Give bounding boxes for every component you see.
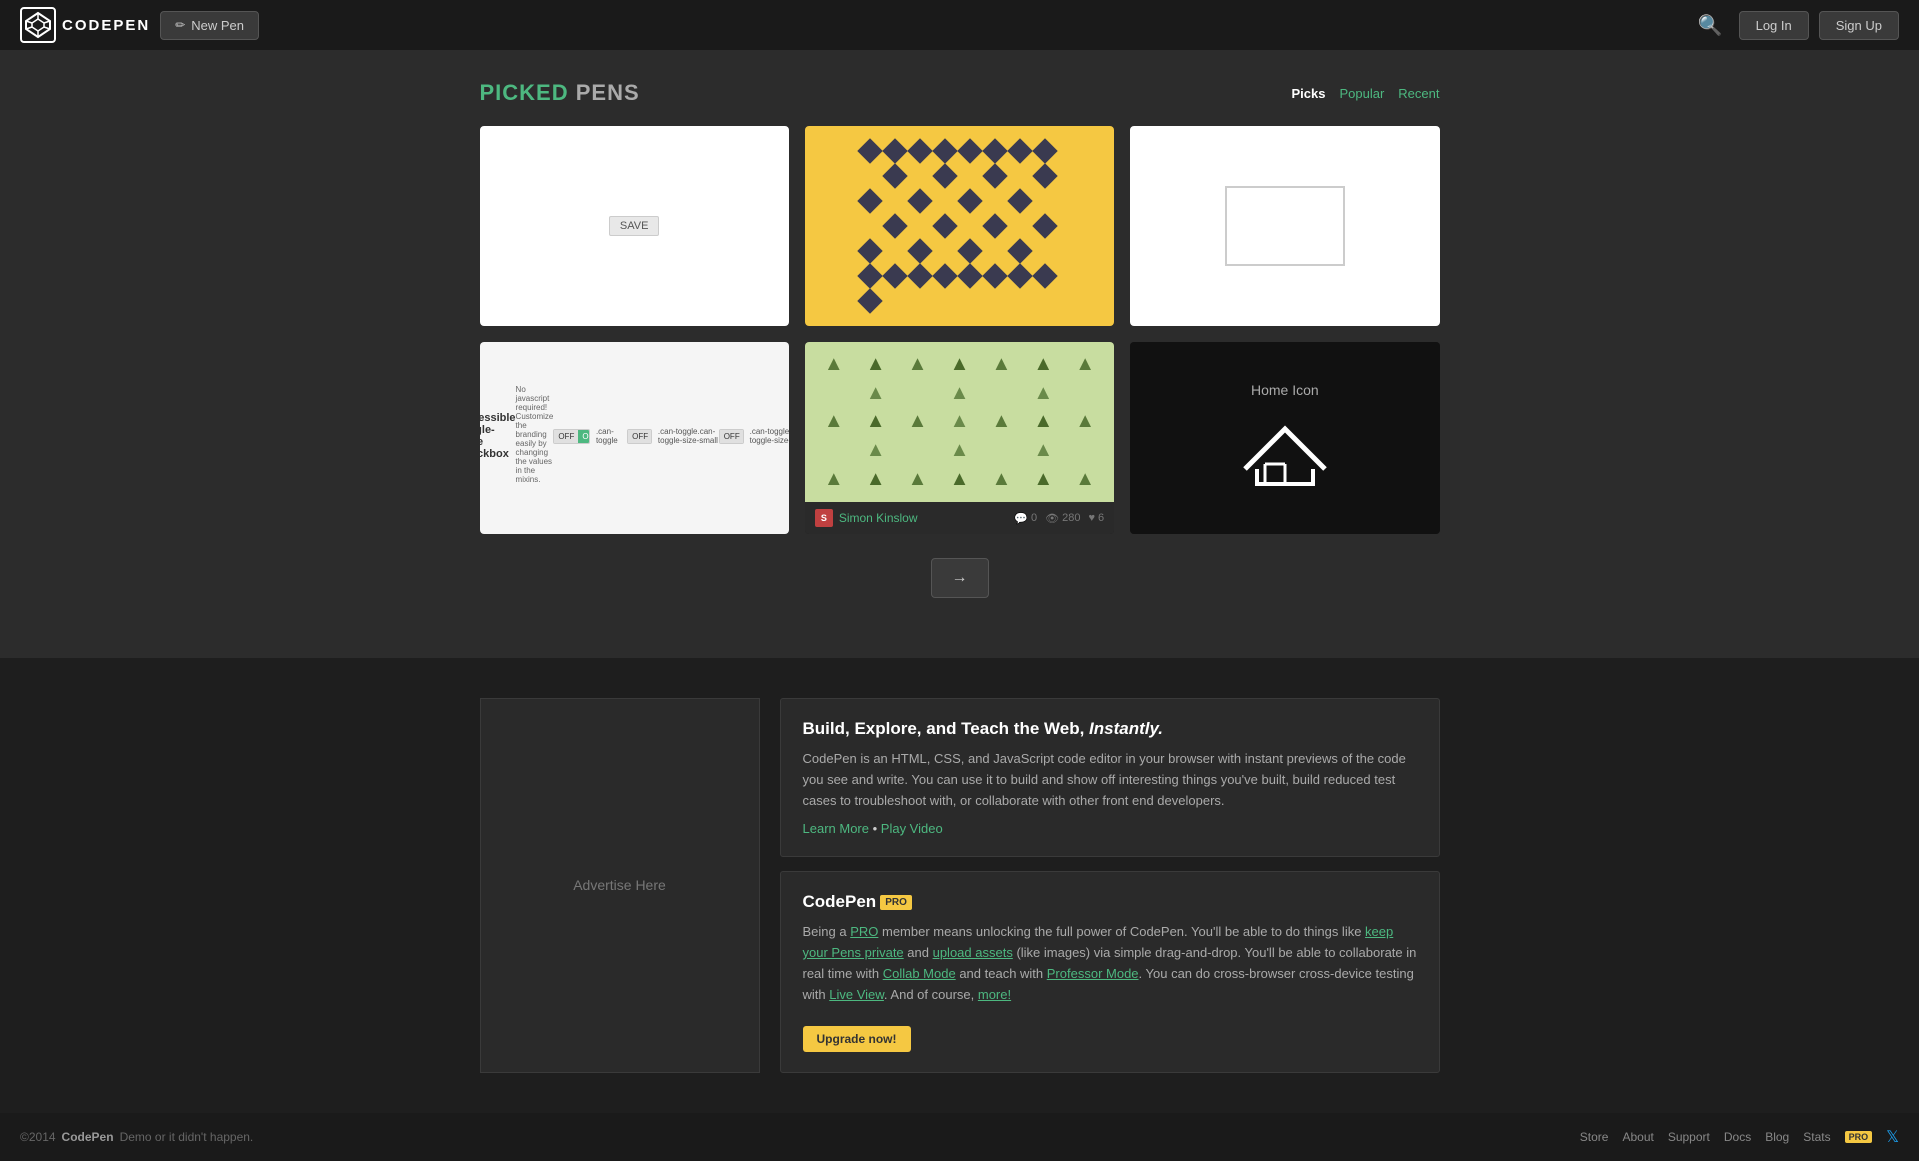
info-card-pro: CodePenPRO Being a PRO member means unlo…: [780, 871, 1440, 1072]
pagination: →: [480, 558, 1440, 598]
pen-preview-5: ▲ ▲ ▲ ▲ ▲ ▲ ▲ ▲ ▲ ▲ ▲ ▲ ▲: [805, 342, 1114, 502]
main-content: PICKED PENS Picks Popular Recent SAVE A …: [480, 50, 1440, 658]
picked-pens-tabs: Picks Popular Recent: [1292, 86, 1440, 101]
footer-right: Store About Support Docs Blog Stats PRO …: [1580, 1127, 1899, 1147]
pens-grid: SAVE A Andreas Storm 💬0 👁450 ♥9: [480, 126, 1440, 534]
more-link[interactable]: more!: [978, 987, 1011, 1002]
footer-link-blog[interactable]: Blog: [1765, 1130, 1789, 1144]
footer: ©2014 CodePen Demo or it didn't happen. …: [0, 1113, 1919, 1161]
footer-link-stats[interactable]: Stats: [1803, 1130, 1830, 1144]
picked-label: PICKED: [480, 80, 569, 105]
pen-preview-1: SAVE: [480, 126, 789, 326]
signup-button[interactable]: Sign Up: [1819, 11, 1899, 40]
codepen-pro-label: CodePen: [803, 892, 877, 911]
search-icon: 🔍: [1698, 15, 1723, 37]
bottom-content: Advertise Here Build, Explore, and Teach…: [480, 698, 1440, 1073]
pen-preview-4: Accessible toggle-style checkbox No java…: [480, 342, 789, 534]
professor-mode-link[interactable]: Professor Mode: [1047, 966, 1139, 981]
pen-card-andreas[interactable]: SAVE A Andreas Storm 💬0 👁450 ♥9: [480, 126, 789, 326]
inner-box-preview: [1225, 186, 1345, 266]
info-card-build-links: Learn More • Play Video: [803, 821, 1417, 836]
advertise-label: Advertise Here: [573, 877, 666, 893]
tab-popular[interactable]: Popular: [1339, 86, 1384, 101]
bottom-section: Advertise Here Build, Explore, and Teach…: [0, 658, 1919, 1113]
build-title-text: Build, Explore, and Teach the Web,: [803, 719, 1090, 738]
info-card-build: Build, Explore, and Teach the Web, Insta…: [780, 698, 1440, 857]
pen-card-simon[interactable]: ▲ ▲ ▲ ▲ ▲ ▲ ▲ ▲ ▲ ▲ ▲ ▲ ▲: [805, 342, 1114, 534]
pen-preview-3: [1130, 126, 1439, 326]
footer-link-support[interactable]: Support: [1668, 1130, 1710, 1144]
pen-preview-6: Home Icon: [1130, 342, 1439, 534]
nav-logo: CODEPEN: [20, 7, 150, 43]
comment-icon-5: 💬: [1014, 512, 1028, 525]
twitter-icon[interactable]: 𝕏: [1886, 1127, 1899, 1147]
footer-link-about[interactable]: About: [1622, 1130, 1653, 1144]
eye-icon-5: 👁: [1045, 512, 1059, 525]
codepen-logo-icon: [20, 7, 56, 43]
info-card-build-title: Build, Explore, and Teach the Web, Insta…: [803, 719, 1417, 739]
pen-preview-2: [805, 126, 1114, 326]
footer-tagline: Demo or it didn't happen.: [120, 1130, 254, 1144]
info-card-pro-text: Being a PRO member means unlocking the f…: [803, 922, 1417, 1005]
footer-copyright: ©2014: [20, 1130, 56, 1144]
build-title-italic: Instantly.: [1089, 719, 1163, 738]
toggle-title: Accessible toggle-style checkbox: [480, 412, 516, 460]
pen-card-eduardo[interactable]: E Eduardo Lopes 💬0 👁302 ♥7: [805, 126, 1114, 326]
footer-link-docs[interactable]: Docs: [1724, 1130, 1751, 1144]
collab-mode-link[interactable]: Collab Mode: [883, 966, 956, 981]
info-card-pro-title: CodePenPRO: [803, 892, 1417, 912]
pen-stats-5: 💬0 👁280 ♥6: [1014, 512, 1104, 525]
tab-recent[interactable]: Recent: [1398, 86, 1439, 101]
footer-pro-tag: PRO: [1845, 1131, 1873, 1143]
new-pen-icon: ✏: [175, 18, 185, 32]
picked-pens-header: PICKED PENS Picks Popular Recent: [480, 80, 1440, 106]
pen-avatar-5: S: [815, 509, 833, 527]
toggle-desc: No javascript required! Customize the br…: [516, 385, 554, 484]
pens-label: PENS: [569, 80, 640, 105]
footer-left: ©2014 CodePen Demo or it didn't happen.: [20, 1130, 253, 1144]
next-page-button[interactable]: →: [931, 558, 989, 598]
pen-author-5[interactable]: Simon Kinslow: [839, 511, 1009, 525]
home-svg: [1235, 414, 1335, 494]
pro-inline-link[interactable]: PRO: [850, 924, 878, 939]
pen-card-douglas[interactable]: Home Icon D Douglas 💬0 👁358 ♥3: [1130, 342, 1439, 534]
picked-pens-title: PICKED PENS: [480, 80, 640, 106]
upload-assets-link[interactable]: upload assets: [933, 945, 1013, 960]
pen-card-chris[interactable]: Accessible toggle-style checkbox No java…: [480, 342, 789, 534]
tab-picks[interactable]: Picks: [1292, 86, 1326, 101]
navbar: CODEPEN ✏ New Pen 🔍 Log In Sign Up: [0, 0, 1919, 50]
play-video-link[interactable]: Play Video: [881, 821, 943, 836]
new-pen-label: New Pen: [191, 18, 244, 33]
pen-footer-5: S Simon Kinslow 💬0 👁280 ♥6: [805, 502, 1114, 534]
info-column: Build, Explore, and Teach the Web, Insta…: [780, 698, 1440, 1073]
pro-badge: PRO: [880, 895, 912, 910]
search-button[interactable]: 🔍: [1692, 7, 1729, 44]
link-separator: •: [873, 821, 881, 836]
new-pen-button[interactable]: ✏ New Pen: [160, 11, 259, 40]
advertise-box: Advertise Here: [480, 698, 760, 1073]
login-button[interactable]: Log In: [1739, 11, 1809, 40]
footer-link-store[interactable]: Store: [1580, 1130, 1609, 1144]
pen-card-xavier[interactable]: X Xavier Cambar 💬0 👁271 ♥4: [1130, 126, 1439, 326]
learn-more-link[interactable]: Learn More: [803, 821, 869, 836]
upgrade-button[interactable]: Upgrade now!: [803, 1026, 911, 1052]
live-view-link[interactable]: Live View: [829, 987, 884, 1002]
info-card-build-text: CodePen is an HTML, CSS, and JavaScript …: [803, 749, 1417, 811]
footer-codepen: CodePen: [62, 1130, 114, 1144]
logo-text: CODEPEN: [62, 17, 150, 34]
heart-icon-5: ♥: [1089, 512, 1096, 524]
home-icon-title: Home Icon: [1251, 382, 1319, 398]
